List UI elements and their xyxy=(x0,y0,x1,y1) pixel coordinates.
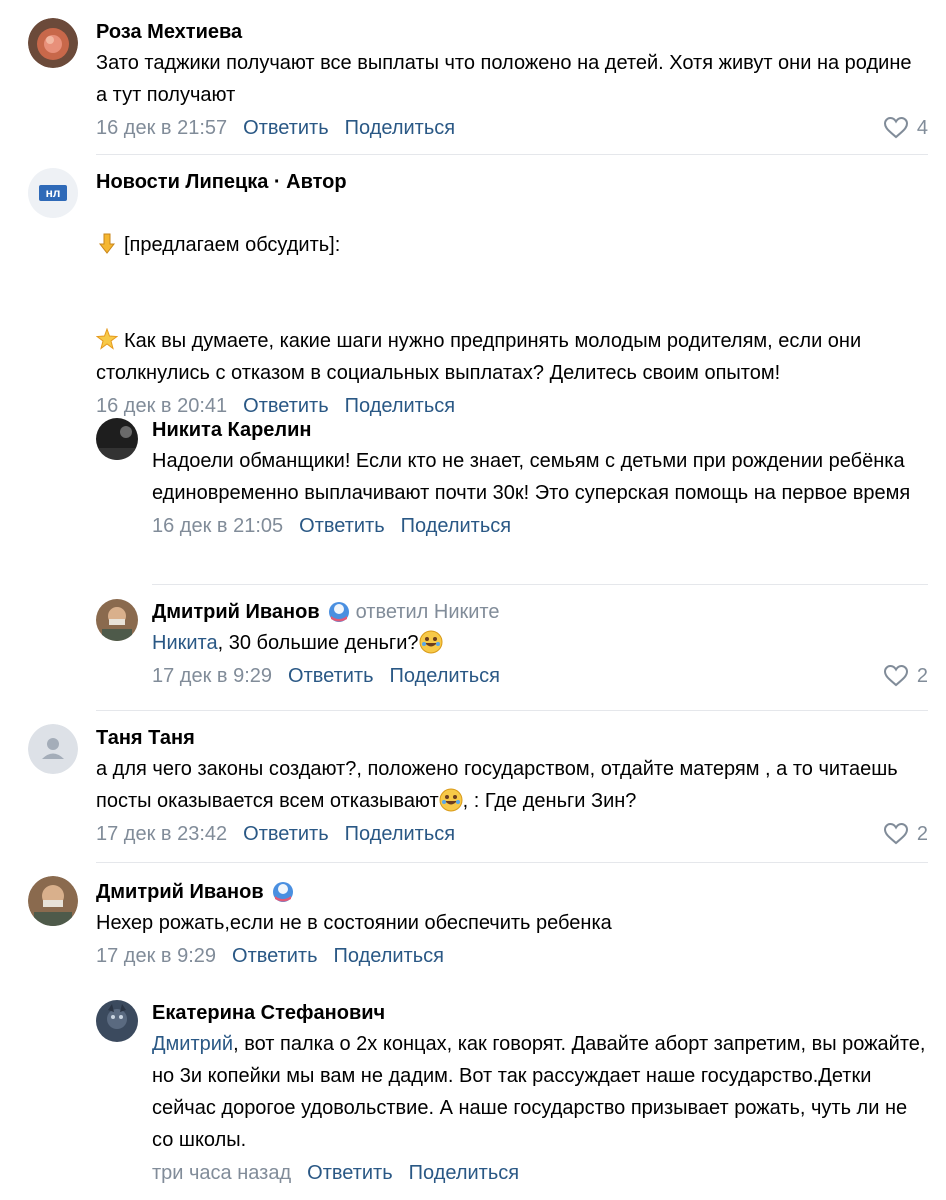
avatar[interactable] xyxy=(28,876,78,926)
share-button[interactable]: Поделиться xyxy=(345,820,455,848)
avatar[interactable] xyxy=(96,599,138,641)
donut-badge-icon xyxy=(272,882,293,902)
rofl-emoji xyxy=(439,788,463,812)
share-button[interactable]: Поделиться xyxy=(390,662,500,690)
heart-icon xyxy=(883,664,908,687)
share-button[interactable]: Поделиться xyxy=(334,942,444,970)
comment-date[interactable]: 16 дек в 21:05 xyxy=(152,512,283,540)
mention-link[interactable]: Никита xyxy=(152,632,218,654)
like-button[interactable]: 2 xyxy=(883,662,928,690)
comment-author[interactable]: Никита Карелин xyxy=(152,416,928,444)
comment-meta: 17 дек в 9:29 Ответить Поделиться 2 xyxy=(152,662,928,690)
mention-link[interactable]: Дмитрий xyxy=(152,1033,233,1055)
comment-author[interactable]: Таня Таня xyxy=(96,724,928,752)
comment-text: Никита, 30 большие деньги? xyxy=(152,627,928,659)
comment-author[interactable]: Роза Мехтиева xyxy=(96,18,928,46)
comment-date[interactable]: 17 дек в 23:42 xyxy=(96,820,227,848)
comment-meta: 17 дек в 9:29 Ответить Поделиться xyxy=(96,942,928,970)
share-button[interactable]: Поделиться xyxy=(401,512,511,540)
comment-date[interactable]: 17 дек в 9:29 xyxy=(96,942,216,970)
star-emoji xyxy=(96,328,118,350)
comment-text: а для чего законы создают?, положено гос… xyxy=(96,758,898,812)
comment-meta: 17 дек в 23:42 Ответить Поделиться 2 xyxy=(96,820,928,848)
share-button[interactable]: Поделиться xyxy=(345,114,455,142)
like-button[interactable]: 4 xyxy=(883,114,928,142)
reply-button[interactable]: Ответить xyxy=(243,114,329,142)
comment-meta: 16 дек в 21:05 Ответить Поделиться xyxy=(152,512,928,540)
share-button[interactable]: Поделиться xyxy=(409,1159,519,1187)
like-count: 4 xyxy=(916,117,928,139)
pointing-down-emoji xyxy=(98,233,116,254)
like-count: 2 xyxy=(916,823,928,845)
reply-button[interactable]: Ответить xyxy=(299,512,385,540)
comment-text: Надоели обманщики! Если кто не знает, се… xyxy=(152,450,911,504)
avatar-label: нл xyxy=(45,186,61,200)
comment-text: Как вы думаете, какие шаги нужно предпри… xyxy=(96,328,862,384)
separator xyxy=(96,154,928,155)
comment-date[interactable]: 17 дек в 9:29 xyxy=(152,662,272,690)
donut-badge-icon xyxy=(328,602,349,622)
comment-meta: 16 дек в 21:57 Ответить Поделиться 4 xyxy=(96,114,928,142)
comment-date[interactable]: 16 дек в 21:57 xyxy=(96,114,227,142)
comment-author[interactable]: Дмитрий Иванов xyxy=(96,878,928,906)
comment-author[interactable]: Новости Липецка · Автор xyxy=(96,168,928,196)
comment-text: [предлагаем обсудить]: xyxy=(96,197,928,261)
heart-icon xyxy=(883,822,908,845)
separator xyxy=(96,862,928,863)
reply-button[interactable]: Ответить xyxy=(307,1159,393,1187)
avatar[interactable] xyxy=(96,1000,138,1042)
like-button[interactable]: 2 xyxy=(883,820,928,848)
rofl-emoji xyxy=(419,630,442,654)
reply-button[interactable]: Ответить xyxy=(243,820,329,848)
comment-text: Нехер рожать,если не в состоянии обеспеч… xyxy=(96,912,612,934)
like-count: 2 xyxy=(916,665,928,687)
comment-meta: три часа назад Ответить Поделиться xyxy=(152,1159,928,1187)
comment-author[interactable]: Дмитрий Иванов ответил Никите xyxy=(152,598,928,626)
separator xyxy=(152,584,928,585)
avatar[interactable]: нл xyxy=(28,168,78,218)
comment-date[interactable]: три часа назад xyxy=(152,1159,291,1187)
separator xyxy=(96,710,928,711)
comment-text: Дмитрий, вот палка о 2х концах, как гово… xyxy=(152,1033,926,1151)
replied-to[interactable]: ответил Никите xyxy=(356,598,500,626)
avatar[interactable] xyxy=(96,418,138,460)
comment-author[interactable]: Екатерина Стефанович xyxy=(152,999,928,1027)
reply-button[interactable]: Ответить xyxy=(232,942,318,970)
avatar[interactable] xyxy=(28,724,78,774)
reply-button[interactable]: Ответить xyxy=(288,662,374,690)
heart-icon xyxy=(883,116,908,139)
comment-text: Зато таджики получают все выплаты что по… xyxy=(96,52,912,106)
avatar[interactable] xyxy=(28,18,78,68)
